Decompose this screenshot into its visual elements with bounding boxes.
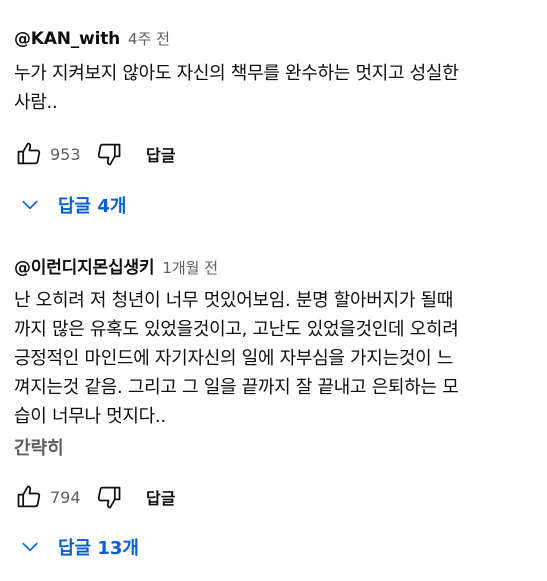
comment-actions: 953 답글 bbox=[14, 134, 537, 174]
comment-actions: 794 답글 bbox=[14, 477, 537, 517]
comment-1: @KAN_with 4주 전 누가 지켜보지 않아도 자신의 책무를 완수하는 … bbox=[14, 28, 537, 225]
thumbs-down-icon bbox=[97, 143, 121, 166]
comment-header: @KAN_with 4주 전 bbox=[14, 28, 537, 52]
reply-button[interactable]: 답글 bbox=[146, 142, 175, 166]
comment-text: 난 오히려 저 청년이 너무 멋있어보임. 분명 할아버지가 될때 까지 많은 … bbox=[14, 290, 459, 427]
comment-header: @이런디지몬십생키 1개월 전 bbox=[14, 253, 537, 278]
view-replies-button[interactable]: 답글 4개 bbox=[20, 185, 537, 225]
like-count: 953 bbox=[50, 144, 81, 164]
view-replies-button[interactable]: 답글 13개 bbox=[20, 527, 537, 567]
like-count: 794 bbox=[50, 487, 81, 507]
replies-label: 답글 13개 bbox=[58, 538, 139, 559]
comment-2: @이런디지몬십생키 1개월 전 난 오히려 저 청년이 너무 멋있어보임. 분명… bbox=[14, 253, 537, 567]
chevron-down-icon bbox=[22, 200, 38, 210]
like-button[interactable] bbox=[14, 482, 44, 512]
chevron-down-icon bbox=[22, 542, 38, 552]
replies-label: 답글 4개 bbox=[58, 196, 127, 217]
comment-author[interactable]: @이런디지몬십생키 bbox=[14, 253, 155, 278]
like-button[interactable] bbox=[14, 139, 44, 169]
dislike-button[interactable] bbox=[94, 482, 124, 512]
dislike-button[interactable] bbox=[94, 139, 124, 169]
comment-time[interactable]: 4주 전 bbox=[128, 28, 170, 49]
comment-time[interactable]: 1개월 전 bbox=[162, 257, 218, 278]
comment-text: 누가 지켜보지 않아도 자신의 책무를 완수하는 멋지고 성실한 사람.. bbox=[14, 63, 459, 113]
show-less-button[interactable]: 간략히 bbox=[14, 434, 537, 463]
reply-button[interactable]: 답글 bbox=[146, 485, 175, 509]
thumbs-up-icon bbox=[17, 485, 41, 508]
thumbs-up-icon bbox=[17, 142, 41, 165]
thumbs-down-icon bbox=[97, 486, 121, 509]
comment-author[interactable]: @KAN_with bbox=[14, 29, 120, 49]
